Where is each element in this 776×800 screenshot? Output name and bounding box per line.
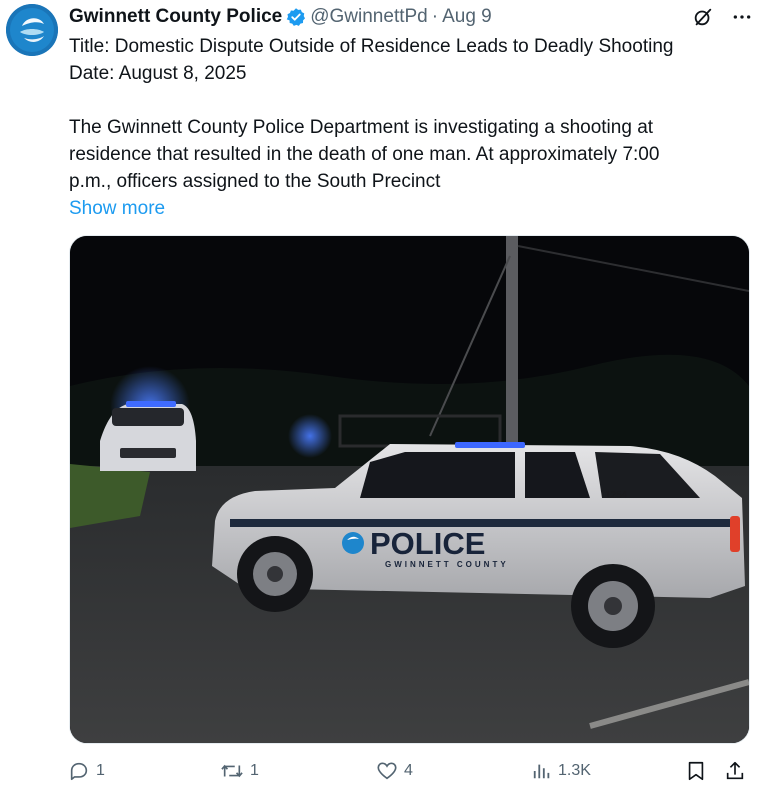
repost-count: 1 (250, 762, 259, 779)
car-police-text: POLICE (370, 526, 485, 561)
top-actions (692, 6, 752, 28)
reply-icon (70, 762, 88, 781)
repost-icon (221, 764, 243, 778)
tweet: Gwinnett County Police @GwinnettPd · Aug… (0, 0, 776, 800)
author-name[interactable]: Gwinnett County Police (69, 6, 282, 28)
post-title-line: Title: Domestic Dispute Outside of Resid… (69, 36, 674, 57)
heart-icon (377, 762, 397, 780)
bookmark-button[interactable] (686, 760, 706, 782)
views-button[interactable]: 1.3K (532, 760, 591, 782)
post-text: Title: Domestic Dispute Outside of Resid… (69, 33, 749, 222)
post-date-line: Date: August 8, 2025 (69, 63, 247, 84)
grok-icon[interactable] (692, 6, 714, 28)
show-more-link[interactable]: Show more (69, 195, 165, 222)
police-car-photo: POLICE GWINNETT COUNTY 1254 (70, 236, 749, 743)
post-image[interactable]: POLICE GWINNETT COUNTY 1254 (69, 235, 750, 744)
bookmark-icon (688, 761, 704, 781)
views-icon (533, 764, 550, 779)
post-header: Gwinnett County Police @GwinnettPd · Aug… (69, 5, 492, 29)
reply-count: 1 (96, 762, 105, 779)
avatar[interactable] (6, 4, 58, 56)
like-button[interactable]: 4 (376, 760, 413, 782)
author-handle[interactable]: @GwinnettPd (310, 6, 428, 28)
verified-badge-icon (286, 7, 306, 27)
views-count: 1.3K (558, 762, 591, 779)
separator-dot: · (431, 6, 439, 27)
more-icon[interactable] (732, 7, 752, 27)
post-body-line: p.m., officers assigned to the South Pre… (69, 171, 441, 192)
share-button[interactable] (724, 760, 746, 782)
share-icon (726, 761, 744, 780)
reply-button[interactable]: 1 (68, 760, 105, 782)
car-unit-number: 1254 (605, 490, 628, 501)
gwinnett-logo-icon (6, 4, 58, 56)
like-count: 4 (404, 762, 413, 779)
post-date[interactable]: Aug 9 (442, 6, 492, 28)
repost-button[interactable]: 1 (220, 760, 259, 782)
post-body-line: residence that resulted in the death of … (69, 144, 660, 165)
post-body-line: The Gwinnett County Police Department is… (69, 117, 654, 138)
car-county-text: GWINNETT COUNTY (385, 560, 509, 569)
post-actions: 1 1 4 1.3K (60, 760, 760, 788)
